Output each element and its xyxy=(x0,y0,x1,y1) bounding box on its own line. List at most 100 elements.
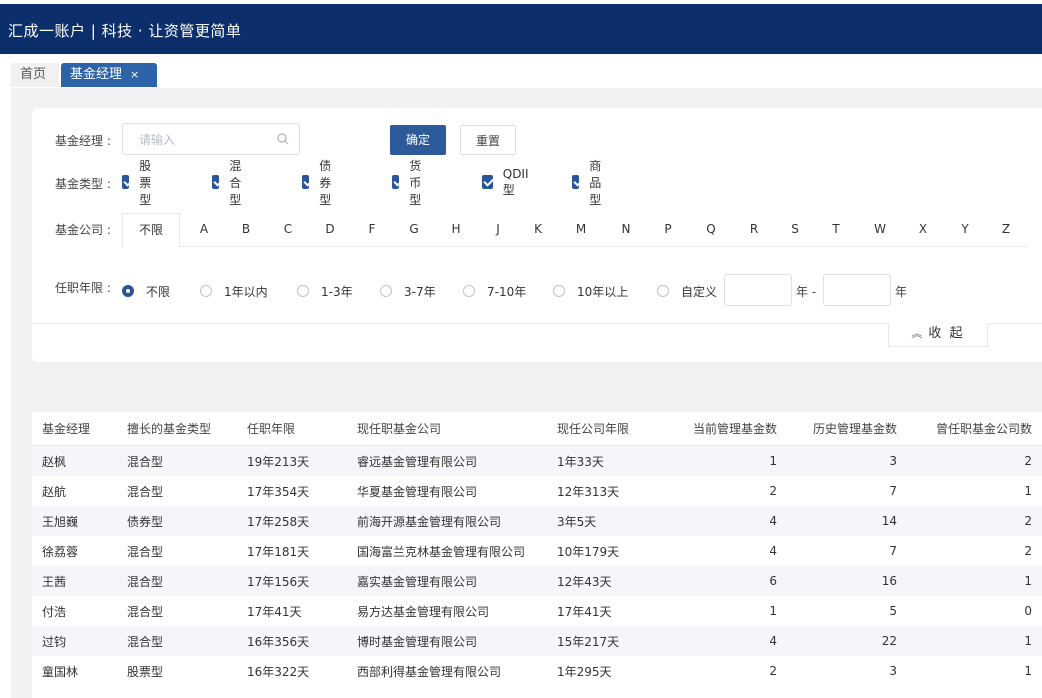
table-cell: 17年41天 xyxy=(237,596,347,626)
table-cell: 16 xyxy=(787,566,907,596)
table-cell[interactable]: 王旭巍 xyxy=(32,506,117,536)
tenure-radio-over10[interactable]: 10年以上 xyxy=(553,283,628,299)
column-header[interactable]: 现任公司年限 xyxy=(547,412,662,446)
letter-a[interactable]: A xyxy=(194,213,214,246)
table-cell[interactable]: 付浩 xyxy=(32,596,117,626)
brand-title: 汇成一账户 | 科技 · 让资管更简单 xyxy=(8,22,242,40)
table-cell: 2 xyxy=(662,656,787,686)
letter-p[interactable]: P xyxy=(658,213,678,246)
table-cell: 2 xyxy=(662,476,787,506)
tenure-radio-1-3[interactable]: 1-3年 xyxy=(297,283,353,299)
close-icon[interactable]: × xyxy=(130,68,139,81)
manager-search-input[interactable] xyxy=(137,125,281,155)
checkbox-checked-icon xyxy=(302,175,310,189)
table-row[interactable]: 徐荔蓉 混合型 17年181天 国海富兰克林基金管理有限公司 10年179天 4 7 2 xyxy=(32,536,1042,566)
letter-z[interactable]: Z xyxy=(996,213,1016,246)
table-header-row: 基金经理 擅长的基金类型 任职年限 现任职基金公司 现任公司年限 当前管理基金数… xyxy=(32,412,1042,446)
letter-m[interactable]: M xyxy=(571,213,591,246)
table-cell: 2 xyxy=(907,506,1042,536)
checkbox-label: 债券型 xyxy=(319,158,332,207)
column-header[interactable]: 历史管理基金数 xyxy=(787,412,907,446)
letter-q[interactable]: Q xyxy=(701,213,721,246)
table-row[interactable]: 付浩 混合型 17年41天 易方达基金管理有限公司 17年41天 1 5 0 xyxy=(32,596,1042,626)
table-cell: 嘉实基金管理有限公司 xyxy=(347,566,547,596)
table-cell: 15年217天 xyxy=(547,626,662,656)
letter-s[interactable]: S xyxy=(785,213,805,246)
table-cell: 17年258天 xyxy=(237,506,347,536)
column-header[interactable]: 现任职基金公司 xyxy=(347,412,547,446)
fund-type-checkbox[interactable]: QDII型 xyxy=(482,167,532,197)
column-header[interactable]: 基金经理 xyxy=(32,412,117,446)
fund-type-checkbox[interactable]: 货币型 xyxy=(392,159,428,207)
chevron-up-icon: ︽ xyxy=(911,327,925,340)
tab-bar: 首页 基金经理 × xyxy=(11,54,1042,88)
letter-t[interactable]: T xyxy=(826,213,846,246)
column-header[interactable]: 当前管理基金数 xyxy=(662,412,787,446)
letter-r[interactable]: R xyxy=(744,213,764,246)
table-cell: 西部利得基金管理有限公司 xyxy=(347,656,547,686)
fund-type-checkbox[interactable]: 商品型 xyxy=(572,159,608,207)
letter-k[interactable]: K xyxy=(528,213,548,246)
column-header[interactable]: 任职年限 xyxy=(237,412,347,446)
letter-c[interactable]: C xyxy=(278,213,298,246)
table-cell: 17年156天 xyxy=(237,566,347,596)
table-cell: 19年213天 xyxy=(237,445,347,476)
table-cell: 混合型 xyxy=(117,536,237,566)
fund-type-checkbox[interactable]: 混合型 xyxy=(212,159,248,207)
letter-w[interactable]: W xyxy=(870,213,890,246)
column-header[interactable]: 擅长的基金类型 xyxy=(117,412,237,446)
table-row[interactable]: 王旭巍 债券型 17年258天 前海开源基金管理有限公司 3年5天 4 14 2 xyxy=(32,506,1042,536)
table-row[interactable]: 赵枫 混合型 19年213天 睿远基金管理有限公司 1年33天 1 3 2 xyxy=(32,445,1042,476)
fund-type-checkbox[interactable]: 债券型 xyxy=(302,159,338,207)
confirm-button[interactable]: 确定 xyxy=(390,125,446,155)
checkbox-label: 股票型 xyxy=(139,158,152,207)
letter-x[interactable]: X xyxy=(913,213,933,246)
table-cell: 混合型 xyxy=(117,445,237,476)
letter-n[interactable]: N xyxy=(616,213,636,246)
reset-button[interactable]: 重置 xyxy=(460,125,516,155)
manager-filter-label: 基金经理 : xyxy=(55,134,111,148)
table-cell[interactable]: 赵航 xyxy=(32,476,117,506)
fund-type-label: 基金类型 : xyxy=(55,177,111,191)
table-cell: 混合型 xyxy=(117,626,237,656)
tenure-radio-custom[interactable]: 自定义 xyxy=(657,283,717,299)
letter-d[interactable]: D xyxy=(320,213,340,246)
fund-type-checkbox[interactable]: 股票型 xyxy=(122,159,158,207)
checkbox-label: 混合型 xyxy=(229,158,242,207)
table-cell[interactable]: 徐荔蓉 xyxy=(32,536,117,566)
column-header[interactable]: 曾任职基金公司数 xyxy=(907,412,1042,446)
letter-f[interactable]: F xyxy=(362,213,382,246)
fund-company-label: 基金公司 : xyxy=(55,223,111,237)
tab-fund-manager[interactable]: 基金经理 × xyxy=(61,63,157,87)
table-cell: 12年43天 xyxy=(547,566,662,596)
tenure-radio-under1[interactable]: 1年以内 xyxy=(200,283,268,299)
table-cell: 1 xyxy=(907,656,1042,686)
table-row[interactable]: 童国林 股票型 16年322天 西部利得基金管理有限公司 1年295天 2 3 1 xyxy=(32,656,1042,686)
manager-search-box[interactable] xyxy=(122,123,300,155)
collapse-button[interactable]: ︽ 收 起 xyxy=(888,323,988,347)
range-unit: 年 xyxy=(895,285,908,299)
letter-g[interactable]: G xyxy=(404,213,424,246)
letter-h[interactable]: H xyxy=(446,213,466,246)
table-cell[interactable]: 童国林 xyxy=(32,656,117,686)
tenure-radio-7-10[interactable]: 7-10年 xyxy=(463,283,526,299)
tenure-min-input[interactable] xyxy=(724,274,792,306)
table-row[interactable]: 王茜 混合型 17年156天 嘉实基金管理有限公司 12年43天 6 16 1 xyxy=(32,566,1042,596)
search-icon[interactable] xyxy=(277,133,289,145)
tenure-max-input[interactable] xyxy=(823,274,891,306)
tenure-radio-3-7[interactable]: 3-7年 xyxy=(380,283,436,299)
table-cell[interactable]: 赵枫 xyxy=(32,445,117,476)
table-cell[interactable]: 王茜 xyxy=(32,566,117,596)
tenure-radio-any[interactable]: 不限 xyxy=(122,283,170,299)
tenure-label: 任职年限 : xyxy=(55,281,111,295)
letter-all[interactable]: 不限 xyxy=(122,213,180,247)
letter-b[interactable]: B xyxy=(236,213,256,246)
table-row[interactable]: 赵航 混合型 17年354天 华夏基金管理有限公司 12年313天 2 7 1 xyxy=(32,476,1042,506)
table-cell: 4 xyxy=(662,506,787,536)
letter-j[interactable]: J xyxy=(488,213,508,246)
table-cell[interactable]: 过钧 xyxy=(32,626,117,656)
table-row[interactable]: 过钧 混合型 16年356天 博时基金管理有限公司 15年217天 4 22 1 xyxy=(32,626,1042,656)
tab-home[interactable]: 首页 xyxy=(11,63,59,87)
letter-y[interactable]: Y xyxy=(955,213,975,246)
table-cell: 10年179天 xyxy=(547,536,662,566)
